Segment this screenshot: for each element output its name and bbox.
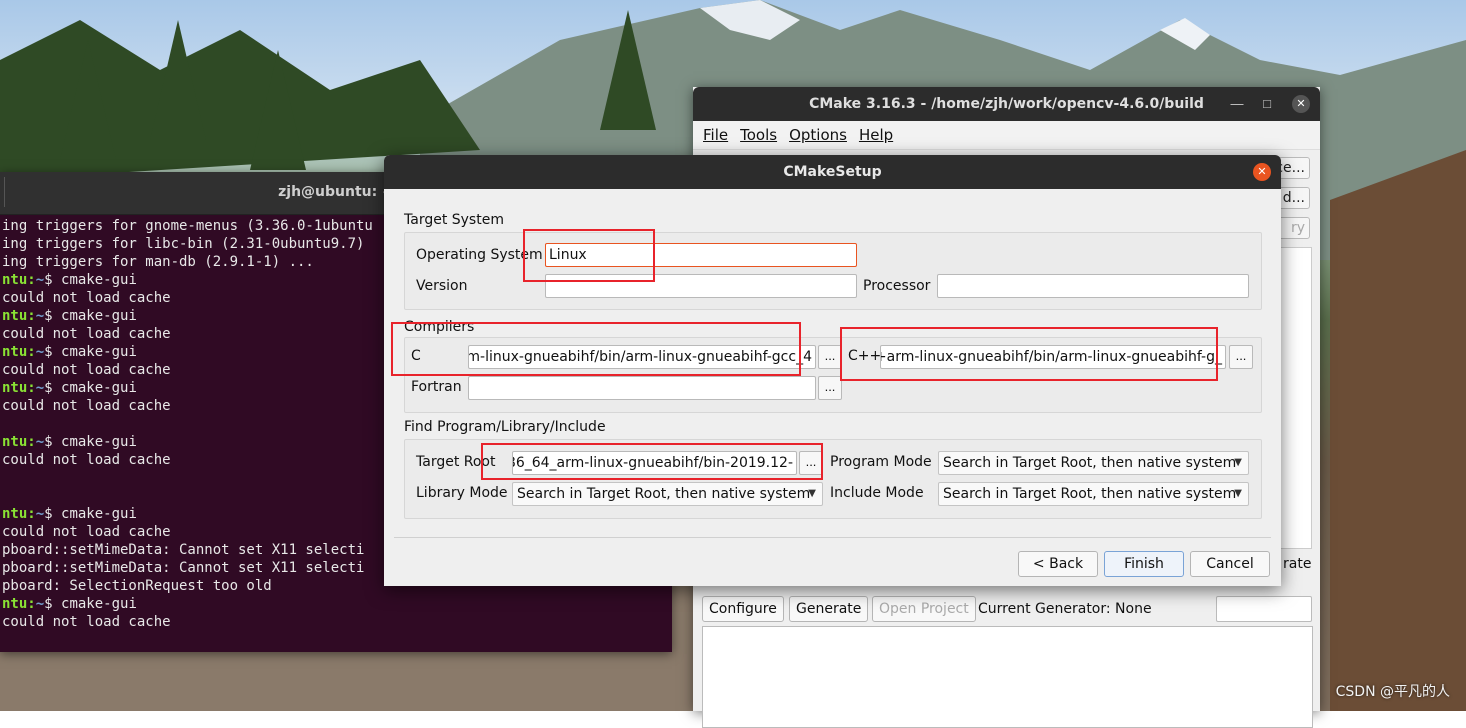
include-mode-select[interactable]: Search in Target Root, then native syste… <box>938 482 1249 506</box>
target-root-label: Target Root <box>416 454 496 470</box>
prompt-path: ~ <box>35 506 45 522</box>
menu-help[interactable]: Help <box>853 126 899 144</box>
tree-shape <box>250 50 306 170</box>
finish-button[interactable]: Finish <box>1104 551 1184 577</box>
menu-help-label: Help <box>858 126 894 144</box>
dialog-separator <box>394 537 1271 538</box>
prompt-path: ~ <box>35 272 45 288</box>
chevron-down-icon: ▼ <box>808 488 816 499</box>
cmake-titlebar[interactable]: CMake 3.16.3 - /home/zjh/work/opencv-4.6… <box>693 87 1320 121</box>
fortran-input[interactable] <box>468 376 816 400</box>
target-root-input[interactable]: -2019.12-x86_64_arm-linux-gnueabihf/bin <box>512 451 797 475</box>
maximize-icon[interactable]: □ <box>1258 95 1276 113</box>
prompt-command: $ cmake-gui <box>44 344 137 360</box>
library-mode-value: Search in Target Root, then native syste… <box>517 486 811 502</box>
compilers-title: Compilers <box>404 319 475 335</box>
menubar: File Tools Options Help <box>693 121 1320 150</box>
cmake-setup-dialog[interactable]: CMakeSetup ✕ Target System Operating Sys… <box>384 155 1281 586</box>
prompt-host: ntu: <box>2 380 36 396</box>
terminal-line: ntu:~$ cmake-gui <box>2 595 672 613</box>
prompt-path: ~ <box>35 434 45 450</box>
prompt-host: ntu: <box>2 344 36 360</box>
tree-shape <box>150 20 206 140</box>
prompt-command: $ cmake-gui <box>44 272 137 288</box>
current-generator-label: Current Generator: None <box>978 601 1152 617</box>
configure-button[interactable]: Configure <box>702 596 784 622</box>
terminal-line: could not load cache <box>2 614 171 630</box>
library-mode-label: Library Mode <box>416 485 508 501</box>
dialog-titlebar[interactable]: CMakeSetup ✕ <box>384 155 1281 189</box>
fortran-browse-button[interactable]: ... <box>818 376 842 400</box>
close-icon[interactable]: ✕ <box>1253 163 1271 181</box>
prompt-path: ~ <box>35 380 45 396</box>
generate-label-partial: rate <box>1283 556 1312 572</box>
prompt-command: $ cmake-gui <box>44 380 137 396</box>
prompt-command: $ cmake-gui <box>44 596 137 612</box>
minimize-icon[interactable]: — <box>1228 95 1246 113</box>
cxx-compiler-browse-button[interactable]: ... <box>1229 345 1253 369</box>
target-system-title: Target System <box>404 212 504 228</box>
c-compiler-label: C <box>411 348 421 364</box>
menu-file[interactable]: File <box>697 126 734 144</box>
menu-options-label: Options <box>789 126 847 144</box>
output-log[interactable] <box>702 626 1313 728</box>
chevron-down-icon: ▼ <box>1234 488 1242 499</box>
prompt-command: $ cmake-gui <box>44 308 137 324</box>
include-mode-value: Search in Target Root, then native syste… <box>943 486 1237 502</box>
generate-button[interactable]: Generate <box>789 596 869 622</box>
watermark: CSDN @平凡的人 <box>1335 684 1450 700</box>
chevron-down-icon: ▼ <box>1234 457 1242 468</box>
prompt-path: ~ <box>35 596 45 612</box>
processor-label: Processor <box>863 278 931 294</box>
find-group-title: Find Program/Library/Include <box>404 419 606 435</box>
program-mode-value: Search in Target Root, then native syste… <box>943 455 1237 471</box>
library-mode-select[interactable]: Search in Target Root, then native syste… <box>512 482 823 506</box>
dialog-title: CMakeSetup <box>783 164 882 180</box>
target-root-browse-button[interactable]: ... <box>799 451 823 475</box>
open-project-button[interactable]: Open Project <box>872 596 976 622</box>
menu-tools[interactable]: Tools <box>734 126 783 144</box>
menu-options[interactable]: Options <box>783 126 853 144</box>
prompt-path: ~ <box>35 308 45 324</box>
operating-system-label: Operating System <box>416 247 543 263</box>
tree-shape <box>60 40 116 160</box>
close-icon[interactable]: ✕ <box>1292 95 1310 113</box>
prompt-host: ntu: <box>2 596 36 612</box>
c-compiler-browse-button[interactable]: ... <box>818 345 842 369</box>
prompt-host: ntu: <box>2 506 36 522</box>
back-button[interactable]: < Back <box>1018 551 1098 577</box>
search-input[interactable] <box>1216 596 1312 622</box>
program-mode-select[interactable]: Search in Target Root, then native syste… <box>938 451 1249 475</box>
prompt-host: ntu: <box>2 434 36 450</box>
version-input[interactable] <box>545 274 857 298</box>
operating-system-input[interactable]: Linux <box>545 243 857 267</box>
include-mode-label: Include Mode <box>830 485 924 501</box>
menu-tools-label: Tools <box>740 126 778 144</box>
processor-input[interactable] <box>937 274 1249 298</box>
fortran-label: Fortran <box>411 379 462 395</box>
prompt-command: $ cmake-gui <box>44 434 137 450</box>
prompt-path: ~ <box>35 344 45 360</box>
c-compiler-input[interactable]: 4_arm-linux-gnueabihf/bin/arm-linux-gnue… <box>468 345 816 369</box>
prompt-host: ntu: <box>2 308 36 324</box>
prompt-host: ntu: <box>2 272 36 288</box>
cxx-compiler-input[interactable]: _arm-linux-gnueabihf/bin/arm-linux-gnuea… <box>880 345 1226 369</box>
menu-file-label: File <box>703 126 729 144</box>
cxx-compiler-label: C++ <box>848 348 882 364</box>
prompt-command: $ cmake-gui <box>44 506 137 522</box>
tree-shape <box>600 10 656 130</box>
program-mode-label: Program Mode <box>830 454 932 470</box>
cancel-button[interactable]: Cancel <box>1190 551 1270 577</box>
cmake-window-title: CMake 3.16.3 - /home/zjh/work/opencv-4.6… <box>809 96 1204 112</box>
version-label: Version <box>416 278 468 294</box>
